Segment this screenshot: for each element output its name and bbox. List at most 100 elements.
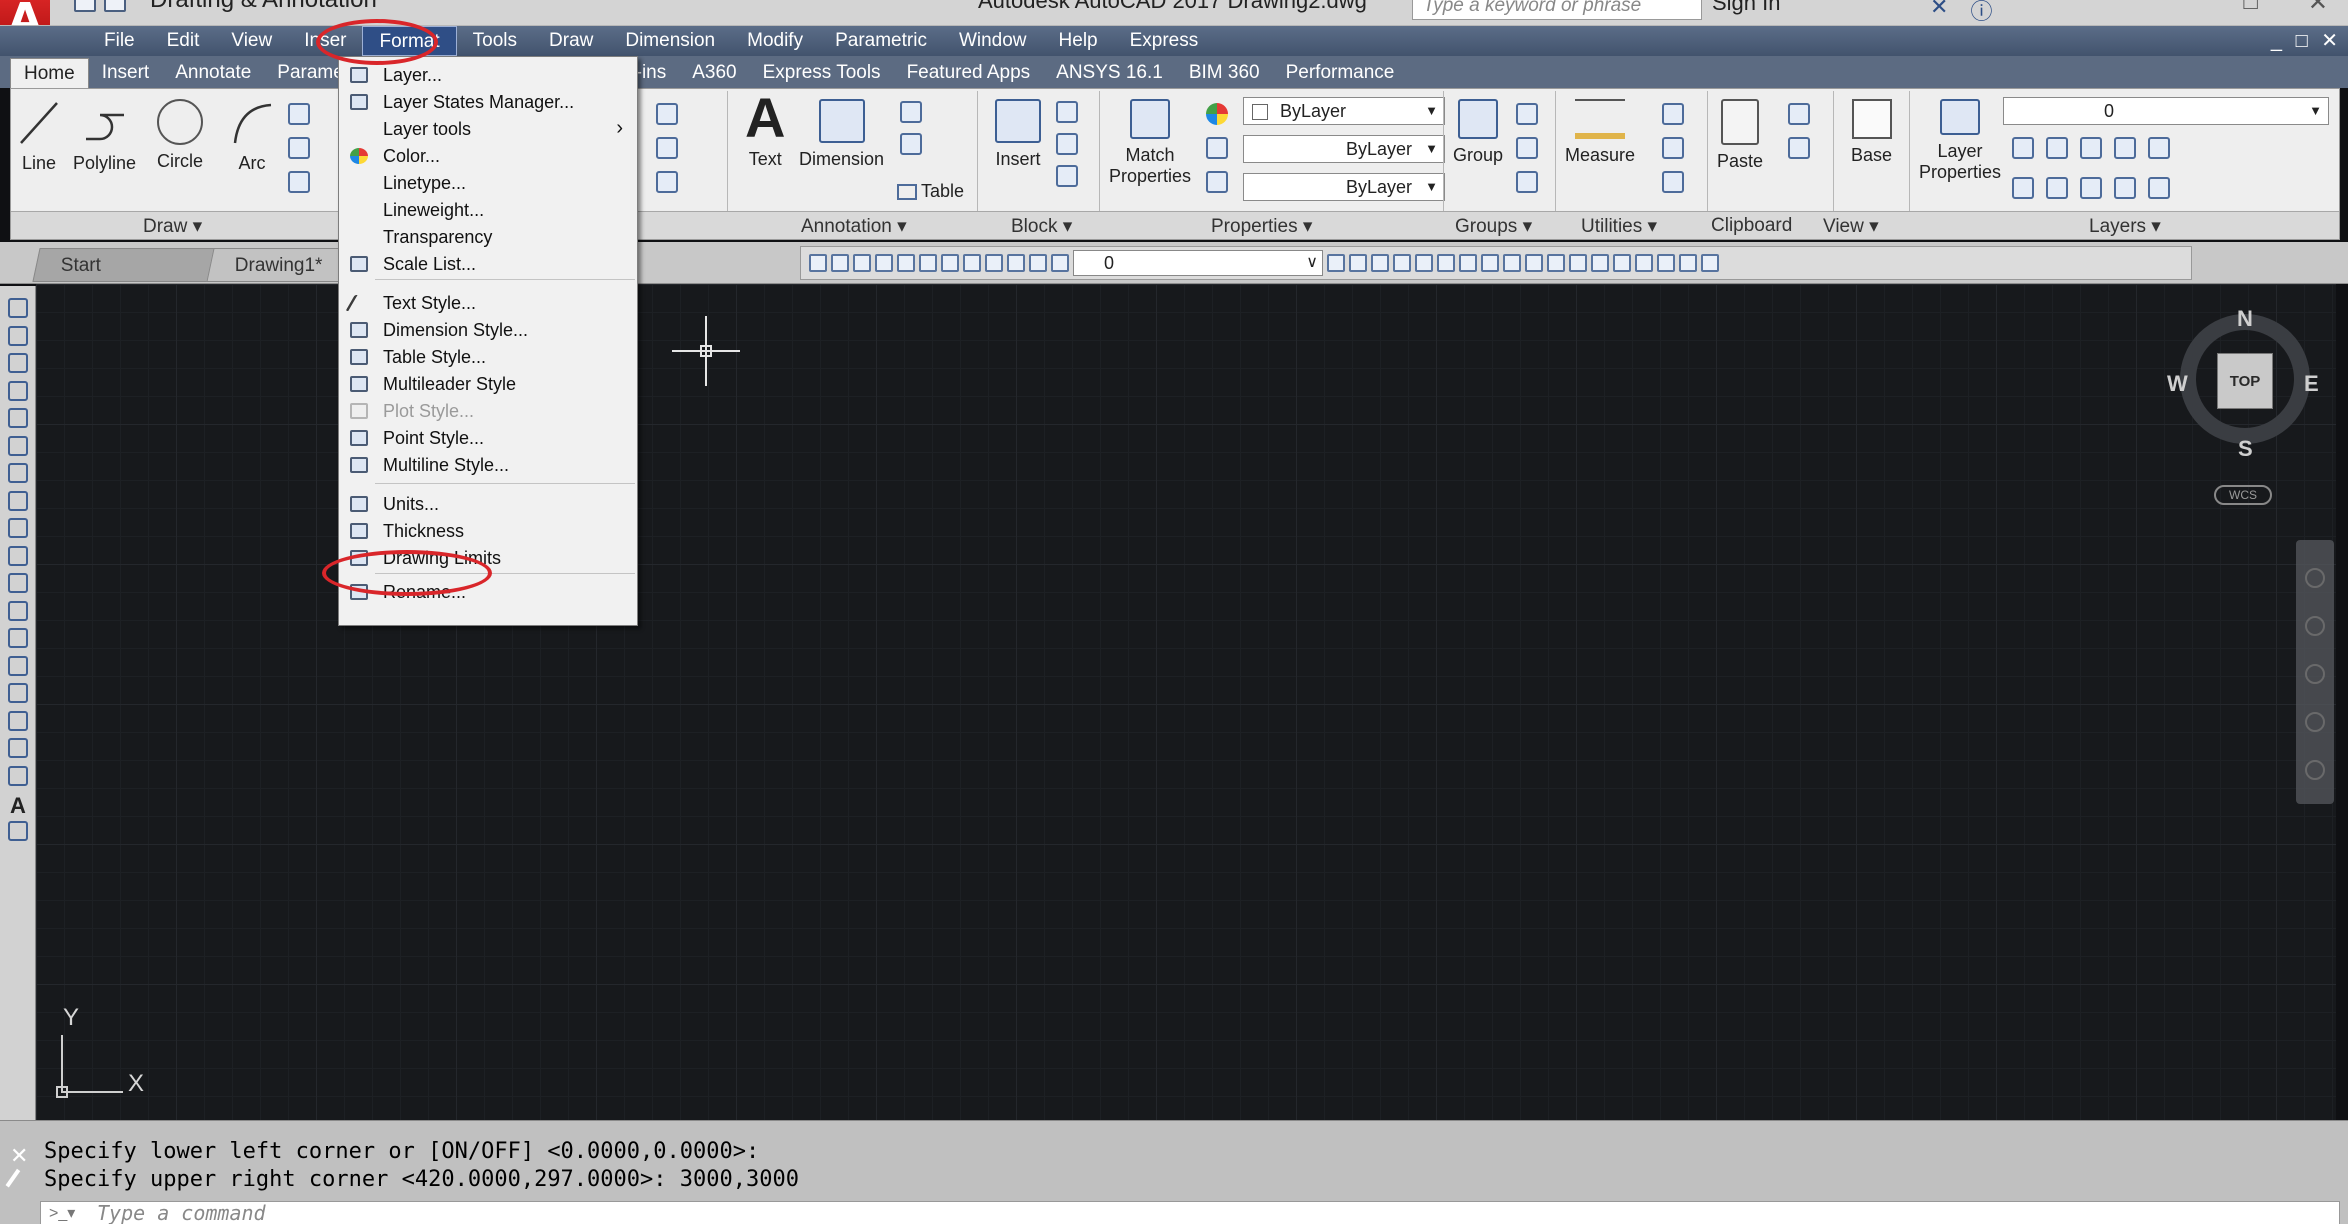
linetype-dropdown[interactable]: ByLayer [1243, 173, 1445, 201]
help-search-input[interactable]: Type a keyword or phrase [1412, 0, 1702, 20]
menu-modify[interactable]: Modify [731, 26, 819, 56]
properties-panel-title[interactable]: Properties ▾ [1211, 215, 1312, 238]
format-menu-item-table-style[interactable]: Table Style... [339, 344, 637, 371]
annotation-panel-title[interactable]: Annotation ▾ [801, 215, 907, 238]
format-menu-item-layer-tools[interactable]: Layer tools › [339, 116, 637, 143]
osnap-center-icon[interactable] [1503, 254, 1521, 272]
insert-button[interactable]: Insert [995, 99, 1041, 170]
zoom-scale-icon[interactable] [897, 254, 915, 272]
view-panel-title[interactable]: View ▾ [1823, 215, 1879, 238]
id-point-icon[interactable] [1662, 137, 1684, 159]
block-panel-title[interactable]: Block ▾ [1011, 215, 1072, 238]
format-menu-item-text-style[interactable]: Text Style... [339, 290, 637, 317]
ellipse-arc-tool-icon[interactable] [8, 573, 28, 593]
layer-isolate-icon[interactable] [2046, 137, 2068, 159]
array-icon[interactable] [656, 171, 678, 193]
zoom-extents-nav-icon[interactable] [2305, 664, 2325, 684]
format-menu-item-multiline-style[interactable]: Multiline Style... [339, 452, 637, 479]
base-view-button[interactable]: Base [1851, 99, 1892, 166]
command-prompt-icon[interactable]: >_▾ [49, 1203, 75, 1223]
add-selected-tool-icon[interactable] [8, 820, 28, 841]
calculator-icon[interactable] [1662, 171, 1684, 193]
exchange-icon[interactable]: ✕ [1930, 0, 1948, 25]
viewcube-west[interactable]: W [2167, 371, 2188, 397]
clipboard-panel-title[interactable]: Clipboard [1711, 215, 1792, 237]
lineweight-dropdown[interactable]: ByLayer [1243, 135, 1445, 163]
construction-line-tool-icon[interactable] [8, 325, 28, 346]
ribbon-tab-a360[interactable]: A360 [679, 58, 749, 88]
zoom-extents-icon[interactable] [1029, 254, 1047, 272]
workspace-switcher[interactable]: Drafting & Annotation [150, 0, 377, 14]
new-icon[interactable] [74, 0, 96, 12]
lineweight-icon[interactable] [1206, 137, 1228, 159]
menu-window[interactable]: Window [943, 26, 1043, 56]
osnap-endpoint-icon[interactable] [1393, 254, 1411, 272]
circle-button[interactable]: Circle [157, 99, 203, 172]
pan-icon[interactable] [831, 254, 849, 272]
layer-manager-icon[interactable] [1051, 254, 1069, 272]
polyline-tool-icon[interactable] [8, 353, 28, 373]
format-menu-item-units[interactable]: Units... [339, 491, 637, 518]
format-menu-item-point-style[interactable]: Point Style... [339, 425, 637, 452]
ribbon-tab-featured-apps[interactable]: Featured Apps [894, 58, 1044, 88]
ellipse-icon[interactable] [288, 137, 310, 159]
ribbon-tab-home[interactable]: Home [10, 58, 89, 88]
layer-freeze-icon[interactable] [2080, 137, 2102, 159]
steering-wheel-icon[interactable] [2305, 568, 2325, 588]
menu-express[interactable]: Express [1114, 26, 1215, 56]
zoom-dynamic-icon[interactable] [875, 254, 893, 272]
wcs-menu-button[interactable]: WCS [2214, 485, 2272, 505]
line-tool-icon[interactable] [8, 298, 28, 318]
arc-button[interactable]: Arc [229, 99, 275, 174]
osnap-none-icon[interactable] [1679, 254, 1697, 272]
draw-panel-title[interactable]: Draw ▾ [143, 215, 202, 238]
layer-previous-icon[interactable] [2046, 177, 2068, 199]
group-button[interactable]: Group [1453, 99, 1503, 166]
format-menu-item-transparency[interactable]: Transparency [339, 224, 637, 251]
insert-block-tool-icon[interactable] [8, 600, 28, 621]
rectangle-icon[interactable] [288, 103, 310, 125]
menu-help[interactable]: Help [1043, 26, 1114, 56]
polyline-button[interactable]: Polyline [73, 99, 136, 174]
close-command-line-icon[interactable]: ✕ [10, 1143, 28, 1169]
menu-parametric[interactable]: Parametric [819, 26, 943, 56]
copy-icon[interactable] [1788, 137, 1810, 159]
osnap-tangent-icon[interactable] [1547, 254, 1565, 272]
start-tab[interactable]: Start [32, 248, 218, 282]
revision-cloud-tool-icon[interactable] [8, 490, 28, 511]
sign-in-button[interactable]: Sign In [1712, 0, 1781, 16]
zoom-in-icon[interactable] [963, 254, 981, 272]
showmotion-icon[interactable] [2305, 760, 2325, 780]
leader-icon[interactable] [900, 133, 922, 155]
format-menu-item-dimension-style[interactable]: Dimension Style... [339, 317, 637, 344]
layer-control-dropdown[interactable]: 0 [1073, 250, 1323, 276]
dimension-button[interactable]: Dimension [799, 99, 884, 170]
orbit-icon[interactable] [2305, 712, 2325, 732]
restore-window-icon[interactable]: □ [2243, 0, 2258, 17]
viewcube-south[interactable]: S [2238, 436, 2253, 462]
text-button[interactable]: A Text [745, 90, 785, 170]
layer-previous-toolbar-icon[interactable] [1349, 254, 1367, 272]
zoom-all-icon[interactable] [1007, 254, 1025, 272]
ribbon-tab-ansys-16-1[interactable]: ANSYS 16.1 [1043, 58, 1176, 88]
format-menu-item-scale-list[interactable]: Scale List... [339, 251, 637, 278]
hatch-tool-icon[interactable] [8, 683, 28, 703]
spline-tool-icon[interactable] [8, 518, 28, 538]
help-icon[interactable]: ⓘ [1970, 0, 1992, 25]
table-tool-icon[interactable] [8, 765, 28, 786]
osnap-midpoint-icon[interactable] [1415, 254, 1433, 272]
layer-unisolate-icon[interactable] [2080, 177, 2102, 199]
paste-button[interactable]: Paste [1717, 99, 1763, 172]
table-button[interactable]: Table [897, 181, 964, 202]
ungroup-icon[interactable] [1516, 103, 1538, 125]
format-menu-item-color[interactable]: Color... [339, 143, 637, 170]
osnap-insert-icon[interactable] [1613, 254, 1631, 272]
format-menu-item-layer-states-manager[interactable]: Layer States Manager... [339, 89, 637, 116]
zoom-out-icon[interactable] [985, 254, 1003, 272]
make-block-tool-icon[interactable] [8, 628, 28, 648]
format-menu-item-multileader-style[interactable]: Multileader Style [339, 371, 637, 398]
make-current-icon[interactable] [1327, 254, 1345, 272]
viewcube-east[interactable]: E [2304, 371, 2319, 397]
object-color-icon[interactable] [1206, 103, 1228, 125]
command-input[interactable]: >_▾ Type a command [40, 1201, 2340, 1224]
